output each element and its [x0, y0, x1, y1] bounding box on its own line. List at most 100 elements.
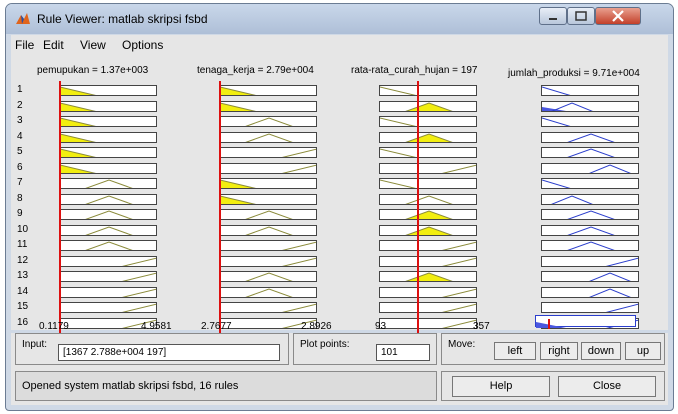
maximize-button[interactable] — [567, 7, 595, 25]
input-mf-plot — [59, 178, 157, 189]
output-mf-plot — [541, 162, 639, 174]
mf-curve — [605, 257, 638, 266]
output-mf-plot — [541, 85, 639, 96]
menu-options[interactable]: Options — [122, 38, 163, 52]
mf-curve — [567, 241, 615, 250]
mf-curve — [542, 117, 571, 126]
rule-number: 4 — [17, 130, 23, 142]
status-text: Opened system matlab skripsi fsbd, 16 ru… — [22, 380, 239, 392]
menu-edit[interactable]: Edit — [43, 38, 64, 52]
output-mf-plot — [541, 255, 639, 267]
mf-curve — [380, 117, 416, 126]
mf-curve — [441, 257, 476, 266]
input1-range-min: 0.1179 — [39, 321, 69, 332]
output-mf-plot — [541, 271, 639, 282]
output-mf-plot — [541, 302, 639, 313]
mf-curve — [60, 102, 96, 111]
input-mf-plot — [379, 224, 477, 236]
mf-curve — [245, 287, 293, 297]
move-right-button[interactable]: right — [540, 342, 578, 360]
output-title: jumlah_produksi = 9.71e+004 — [508, 68, 640, 79]
mf-curve — [245, 117, 293, 126]
window-title: Rule Viewer: matlab skripsi fsbd — [37, 12, 208, 26]
move-down-button[interactable]: down — [581, 342, 621, 360]
mf-curve — [121, 303, 156, 312]
rule-number: 6 — [17, 161, 23, 173]
input-mf-plot — [219, 85, 317, 96]
mf-curve — [281, 257, 316, 266]
mf-curve — [380, 86, 416, 95]
mf-curve — [281, 241, 316, 250]
input-mf-plot — [379, 85, 477, 96]
mf-curve — [589, 163, 631, 173]
mf-curve — [542, 86, 571, 95]
output-mf-plot — [541, 178, 639, 189]
output-mf-plot — [541, 240, 639, 251]
input-mf-plot — [379, 317, 477, 329]
rule-number: 1 — [17, 84, 23, 95]
input-mf-plot — [59, 147, 157, 158]
title-bar[interactable]: Rule Viewer: matlab skripsi fsbd — [6, 4, 673, 34]
input-value-line[interactable] — [59, 81, 61, 341]
input-mf-plot — [59, 85, 157, 96]
mf-curve — [121, 272, 156, 281]
mf-curve — [60, 148, 96, 157]
mf-curve — [85, 241, 133, 250]
menu-view[interactable]: View — [80, 38, 106, 52]
input-mf-plot — [59, 100, 157, 112]
help-button[interactable]: Help — [452, 376, 550, 397]
input-mf-plot — [379, 116, 477, 127]
mf-curve — [245, 132, 293, 142]
input-mf-plot — [379, 286, 477, 298]
mf-curve — [85, 210, 133, 219]
input-mf-plot — [59, 271, 157, 282]
mf-curve — [589, 272, 631, 281]
input-mf-plot — [219, 271, 317, 282]
rule-number: 13 — [17, 270, 29, 281]
plot-points-panel: Plot points: 101 — [293, 333, 437, 365]
move-up-button[interactable]: up — [625, 342, 661, 360]
mf-curve — [60, 133, 96, 142]
mf-curve — [405, 272, 453, 281]
input-label: Input: — [22, 339, 48, 350]
mf-curve — [281, 303, 316, 312]
plot-points-field[interactable]: 101 — [376, 344, 430, 361]
mf-curve — [551, 194, 593, 204]
mf-curve — [380, 179, 416, 188]
rule-number: 10 — [17, 223, 29, 235]
mf-curve — [441, 319, 476, 328]
rule-number: 5 — [17, 146, 23, 157]
rule-number: 15 — [17, 301, 29, 312]
move-left-button[interactable]: left — [494, 342, 536, 360]
menu-file[interactable]: File — [15, 38, 34, 52]
input-mf-plot — [379, 100, 477, 112]
input-mf-plot — [379, 162, 477, 174]
mf-curve — [121, 257, 156, 266]
input-mf-plot — [59, 131, 157, 143]
matlab-icon — [16, 13, 30, 24]
mf-curve — [405, 194, 453, 204]
mf-curve — [60, 86, 96, 95]
mf-curve — [441, 164, 476, 173]
mf-curve — [441, 288, 476, 297]
control-area: Input: [1367 2.788e+004 197] Plot points… — [11, 333, 668, 405]
input-value-line[interactable] — [219, 81, 221, 341]
close-window-button[interactable] — [595, 7, 641, 25]
input-mf-plot — [379, 240, 477, 251]
move-panel: Move: left right down up — [441, 333, 665, 365]
input-vector-field[interactable]: [1367 2.788e+004 197] — [58, 344, 280, 361]
minimize-button[interactable] — [539, 7, 567, 25]
input-mf-plot — [219, 302, 317, 313]
input-mf-plot — [219, 178, 317, 189]
input-mf-plot — [219, 286, 317, 298]
input-mf-plot — [379, 271, 477, 282]
input3-title: rata-rata_curah_hujan = 197 — [351, 65, 478, 76]
status-bar: Opened system matlab skripsi fsbd, 16 ru… — [15, 371, 437, 401]
mf-curve — [542, 179, 571, 188]
mf-curve — [220, 195, 256, 204]
input-mf-plot — [219, 224, 317, 236]
close-button[interactable]: Close — [558, 376, 656, 397]
input-value-line[interactable] — [417, 81, 419, 341]
input-mf-plot — [379, 178, 477, 189]
rule-plot-area: pemupukan = 1.37e+003 tenaga_kerja = 2.7… — [11, 55, 668, 341]
